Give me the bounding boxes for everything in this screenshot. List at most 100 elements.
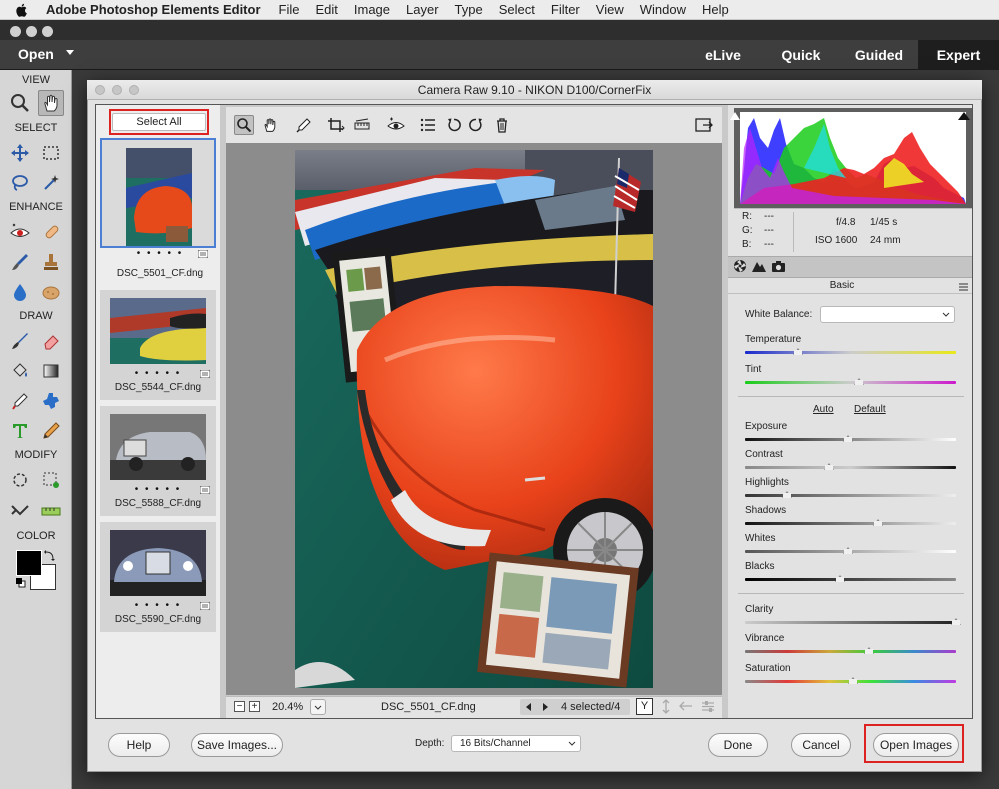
crop-tool-icon[interactable] bbox=[326, 115, 346, 135]
recompose-tool-icon[interactable] bbox=[38, 467, 64, 493]
preview-photo[interactable] bbox=[295, 150, 653, 688]
clarity-slider-track[interactable] bbox=[745, 621, 956, 624]
open-button[interactable]: Open bbox=[18, 46, 54, 62]
custom-shape-tool-icon[interactable] bbox=[38, 388, 64, 414]
temperature-slider-track[interactable] bbox=[745, 351, 956, 354]
foreground-color-swatch[interactable] bbox=[16, 550, 42, 576]
swap-colors-icon[interactable] bbox=[44, 549, 56, 561]
move-tool-icon[interactable] bbox=[7, 140, 33, 166]
straighten-tool-icon[interactable] bbox=[352, 115, 372, 135]
open-dropdown-caret-icon[interactable] bbox=[66, 50, 74, 55]
shadows-slider-thumb[interactable] bbox=[872, 519, 883, 526]
default-link[interactable]: Default bbox=[854, 404, 886, 415]
type-tool-icon[interactable] bbox=[7, 418, 33, 444]
filmstrip-item[interactable]: • • • • • DSC_5501_CF.dng bbox=[100, 138, 216, 279]
auto-link[interactable]: Auto bbox=[813, 404, 834, 415]
smart-brush-tool-icon[interactable] bbox=[7, 249, 33, 275]
full-screen-icon[interactable] bbox=[694, 115, 714, 135]
zoom-in-button[interactable]: + bbox=[249, 701, 260, 712]
lasso-tool-icon[interactable] bbox=[7, 170, 33, 196]
close-window-button[interactable] bbox=[10, 26, 21, 37]
exposure-slider-thumb[interactable] bbox=[843, 435, 854, 442]
mode-elive[interactable]: eLive bbox=[695, 40, 751, 70]
depth-select[interactable]: 16 Bits/Channel bbox=[451, 735, 581, 752]
menu-help[interactable]: Help bbox=[702, 2, 729, 17]
zoom-tool-icon[interactable] bbox=[234, 115, 254, 135]
zoom-out-button[interactable]: − bbox=[234, 701, 245, 712]
hand-tool-icon[interactable] bbox=[38, 90, 64, 116]
tab-detail-mountains-icon[interactable] bbox=[752, 259, 766, 273]
highlights-slider-track[interactable] bbox=[745, 494, 956, 497]
filmstrip-item[interactable]: • • • • • DSC_5588_CF.dng bbox=[100, 406, 216, 516]
gradient-tool-icon[interactable] bbox=[38, 358, 64, 384]
rating-dots[interactable]: • • • • • bbox=[100, 600, 216, 611]
shadow-clipping-warning-icon[interactable] bbox=[730, 110, 740, 120]
rating-dots[interactable]: • • • • • bbox=[100, 368, 216, 379]
white-balance-select[interactable] bbox=[820, 306, 955, 323]
app-name[interactable]: Adobe Photoshop Elements Editor bbox=[46, 2, 261, 17]
minimize-window-button[interactable] bbox=[26, 26, 37, 37]
hand-tool-icon[interactable] bbox=[260, 115, 280, 135]
rating-dots[interactable]: • • • • • bbox=[100, 484, 216, 495]
zoom-dropdown[interactable] bbox=[310, 699, 326, 715]
blacks-slider-thumb[interactable] bbox=[834, 575, 845, 582]
apple-icon[interactable] bbox=[14, 2, 30, 18]
tint-slider-thumb[interactable] bbox=[853, 378, 864, 385]
contrast-slider-thumb[interactable] bbox=[824, 463, 835, 470]
help-button[interactable]: Help bbox=[108, 733, 170, 757]
magic-wand-tool-icon[interactable] bbox=[38, 170, 64, 196]
temperature-slider-thumb[interactable] bbox=[792, 348, 803, 355]
saturation-slider-thumb[interactable] bbox=[847, 677, 858, 684]
next-image-icon[interactable] bbox=[543, 703, 548, 711]
marquee-tool-icon[interactable] bbox=[38, 140, 64, 166]
cancel-button[interactable]: Cancel bbox=[791, 733, 851, 757]
trash-icon[interactable] bbox=[492, 115, 512, 135]
default-colors-icon[interactable] bbox=[16, 578, 26, 588]
preferences-icon[interactable] bbox=[418, 115, 438, 135]
pencil-tool-icon[interactable] bbox=[38, 418, 64, 444]
blacks-slider-track[interactable] bbox=[745, 578, 956, 581]
previous-image-icon[interactable] bbox=[526, 703, 531, 711]
menu-image[interactable]: Image bbox=[354, 2, 390, 17]
menu-edit[interactable]: Edit bbox=[315, 2, 337, 17]
vibrance-slider-thumb[interactable] bbox=[864, 647, 875, 654]
eyedropper-tool-icon[interactable] bbox=[7, 388, 33, 414]
vibrance-slider-track[interactable] bbox=[745, 650, 956, 653]
dialog-zoom-button[interactable] bbox=[129, 85, 139, 95]
panel-menu-icon[interactable] bbox=[959, 282, 968, 291]
brush-tool-icon[interactable] bbox=[7, 328, 33, 354]
blur-tool-icon[interactable] bbox=[7, 279, 33, 305]
highlight-clipping-warning-icon[interactable] bbox=[958, 110, 970, 120]
sponge-tool-icon[interactable] bbox=[38, 279, 64, 305]
crop-tool-icon[interactable] bbox=[7, 467, 33, 493]
clarity-slider-thumb[interactable] bbox=[951, 618, 961, 625]
mode-quick[interactable]: Quick bbox=[772, 40, 830, 70]
highlights-slider-thumb[interactable] bbox=[782, 491, 793, 498]
menu-select[interactable]: Select bbox=[499, 2, 535, 17]
menu-filter[interactable]: Filter bbox=[551, 2, 580, 17]
filmstrip-item[interactable]: • • • • • DSC_5590_CF.dng bbox=[100, 522, 216, 632]
whites-slider-thumb[interactable] bbox=[843, 547, 854, 554]
healing-brush-tool-icon[interactable] bbox=[38, 219, 64, 245]
shadows-slider-track[interactable] bbox=[745, 522, 956, 525]
swap-before-after-icon[interactable] bbox=[658, 699, 674, 714]
filmstrip-item[interactable]: • • • • • DSC_5544_CF.dng bbox=[100, 290, 216, 400]
zoom-tool-icon[interactable] bbox=[7, 90, 33, 116]
white-balance-tool-icon[interactable] bbox=[294, 115, 314, 135]
straighten-tool-icon[interactable] bbox=[38, 497, 64, 523]
copy-settings-icon[interactable] bbox=[678, 699, 694, 714]
paint-bucket-tool-icon[interactable] bbox=[7, 358, 33, 384]
tab-basic-aperture-icon[interactable] bbox=[733, 259, 747, 273]
mode-expert[interactable]: Expert bbox=[918, 40, 999, 70]
mode-guided[interactable]: Guided bbox=[848, 40, 910, 70]
toggle-settings-icon[interactable] bbox=[700, 699, 716, 714]
dialog-minimize-button[interactable] bbox=[112, 85, 122, 95]
red-eye-tool-icon[interactable] bbox=[7, 219, 33, 245]
menu-type[interactable]: Type bbox=[455, 2, 483, 17]
rotate-left-icon[interactable] bbox=[444, 115, 464, 135]
dialog-close-button[interactable] bbox=[95, 85, 105, 95]
tab-camera-calibration-icon[interactable] bbox=[771, 259, 786, 273]
menu-window[interactable]: Window bbox=[640, 2, 686, 17]
contrast-slider-track[interactable] bbox=[745, 466, 956, 469]
tint-slider-track[interactable] bbox=[745, 381, 956, 384]
